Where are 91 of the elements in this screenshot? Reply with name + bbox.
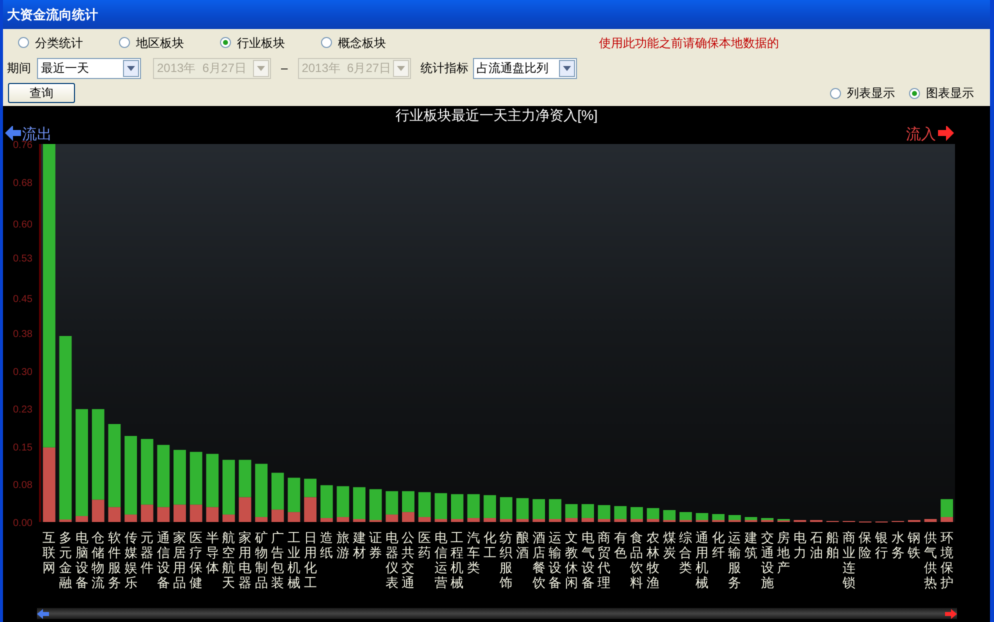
dropdown-caret-icon[interactable] (558, 60, 575, 76)
dropdown-field[interactable]: 占流通盘比列 (472, 58, 577, 78)
y-axis-label: 0.60 (13, 220, 32, 231)
category-label: 医药 (418, 530, 432, 560)
category-label: 综合类 (679, 530, 692, 575)
window-title: 大资金流向统计 (7, 6, 98, 24)
category-label: 造纸 (320, 530, 334, 560)
category-label: 通用机械 (696, 530, 709, 590)
category-label: 运输服务 (728, 530, 742, 590)
category-label: 船舶 (826, 530, 840, 560)
category-label: 家居用品 (173, 530, 186, 590)
radio-label[interactable]: 概念板块 (338, 34, 386, 52)
radio-label[interactable]: 行业板块 (237, 34, 285, 52)
bar (924, 519, 937, 522)
dropdown-caret-icon[interactable] (123, 60, 139, 76)
radio-label[interactable]: 地区板块 (136, 34, 184, 52)
category-label: 电气设备 (581, 530, 594, 590)
category-label: 房地产 (777, 530, 790, 575)
category-label: 电器仪表 (385, 530, 398, 590)
category-label: 供气供热 (924, 530, 938, 590)
category-label: 工业机械 (287, 530, 300, 590)
y-axis-label: 0.53 (13, 253, 32, 264)
category-label: 水务 (891, 530, 904, 560)
dropdown-field[interactable]: 最近一天 (37, 58, 141, 78)
category-label: 环境保护 (940, 530, 954, 590)
category-label: 汽车类 (467, 530, 480, 575)
chart-title: 行业板块最近一天主力净资入[%] (395, 106, 598, 125)
right-arrow-icon[interactable] (945, 608, 957, 618)
category-label: 工程机械 (450, 530, 464, 590)
category-label: 日用化工 (304, 530, 317, 590)
date-separator: – (281, 60, 288, 77)
category-label: 文教休闲 (564, 530, 578, 590)
category-label: 钢铁 (908, 530, 921, 560)
category-label: 化工 (483, 530, 496, 560)
category-label: 通信设备 (156, 530, 170, 590)
left-arrow-icon[interactable] (37, 608, 49, 618)
query-button[interactable]: 查询 (8, 83, 75, 103)
category-label: 酿酒 (516, 530, 529, 560)
period-label: 期间 (7, 60, 31, 77)
category-label: 酒店餐饮 (532, 530, 546, 590)
category-label: 航空航天 (222, 530, 236, 590)
category-label: 运输设备 (548, 530, 562, 590)
scrollbar[interactable] (37, 608, 957, 619)
category-label: 建筑 (744, 530, 758, 560)
y-axis-label: 0.30 (13, 366, 32, 378)
category-label: 电力 (793, 530, 806, 560)
radio-label[interactable]: 分类统计 (35, 34, 83, 52)
y-axis-label: 0.23 (13, 404, 32, 416)
y-axis-label: 0.15 (13, 442, 32, 454)
category-label: 医疗保健 (190, 530, 203, 590)
category-label: 石油 (810, 530, 823, 560)
radio-label[interactable]: 图表显示 (926, 84, 974, 102)
category-label: 纺织服饰 (500, 530, 513, 590)
category-label: 银行 (875, 530, 888, 560)
category-label: 有色 (614, 530, 627, 560)
category-label: 商贸代理 (598, 530, 611, 590)
category-label: 旅游 (336, 530, 350, 560)
category-label: 软件服务 (108, 530, 121, 590)
category-label: 传媒娱乐 (124, 530, 138, 590)
bar (304, 478, 316, 498)
y-axis-label: 0.45 (13, 294, 32, 306)
notice-text: 使用此功能之前请确保本地数据的 (599, 34, 779, 52)
y-axis-label: 0.76 (13, 140, 32, 151)
category-label: 电信运营 (434, 530, 448, 590)
category-label: 证券 (369, 530, 382, 560)
metric-label: 统计指标 (420, 60, 469, 77)
category-label: 广告包装 (271, 530, 284, 590)
category-label: 交通设施 (760, 530, 774, 590)
inflow-label: 流入 (906, 126, 954, 143)
y-axis-label: 0.08 (13, 480, 32, 492)
category-label: 半导体 (206, 530, 219, 575)
category-label: 保险 (858, 530, 872, 560)
category-label: 商业连锁 (842, 530, 856, 590)
bar (304, 497, 316, 522)
category-label: 建材 (352, 530, 366, 560)
category-label: 公共交通 (402, 530, 415, 590)
y-axis-label: 0.38 (13, 329, 32, 340)
category-label: 元器件 (140, 530, 154, 575)
category-label: 农林牧渔 (646, 530, 660, 590)
y-axis-label: 0.68 (13, 178, 32, 189)
category-label: 多元金融 (58, 530, 72, 590)
radio-label[interactable]: 列表显示 (847, 84, 895, 102)
category-label: 家用电器 (238, 530, 252, 590)
y-axis-label: 0.00 (13, 518, 32, 529)
category-label: 化纤 (712, 530, 725, 560)
category-label: 食品饮料 (630, 530, 644, 590)
category-label: 仓储物流 (92, 530, 105, 590)
category-label: 互联网 (42, 530, 56, 575)
category-label: 矿物制品 (254, 530, 268, 590)
category-label: 煤炭 (662, 530, 676, 560)
category-label: 电脑设备 (75, 530, 88, 590)
